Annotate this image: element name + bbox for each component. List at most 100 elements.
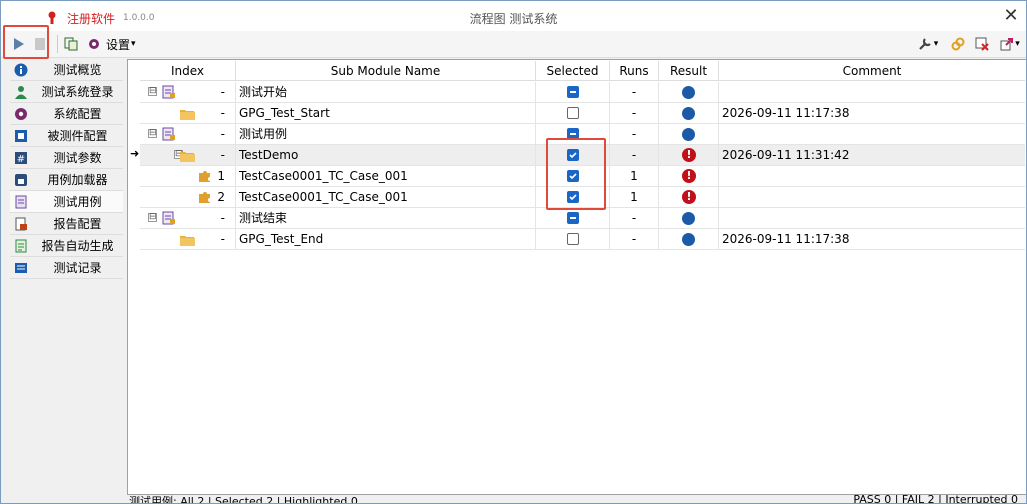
module-icon	[162, 85, 176, 102]
index-value: -	[220, 232, 225, 246]
wrench-icon	[918, 38, 931, 50]
puzzle-icon	[198, 169, 212, 186]
comment-cell	[719, 82, 1025, 103]
status-summary-right: PASS 0 | FAIL 2 | Interrupted 0	[853, 493, 1018, 504]
sidebar-item-label: 测试记录	[53, 261, 102, 275]
export-menu[interactable]: ▾	[997, 35, 1023, 53]
title-bar: 注册软件 1.0.0.0 流程图 测试系统 ✕	[1, 1, 1026, 31]
result-cell	[659, 103, 719, 124]
sidebar-item-system-config[interactable]: 系统配置	[10, 103, 123, 125]
result-cell	[659, 82, 719, 103]
delete-button[interactable]	[973, 35, 991, 53]
column-header-result[interactable]: Result	[659, 61, 719, 81]
puzzle-icon	[198, 190, 212, 207]
chevron-down-icon: ▾	[1015, 39, 1020, 49]
result-cell: !	[659, 145, 719, 166]
tools-menu[interactable]: ▾	[914, 35, 942, 53]
runs-cell: -	[610, 145, 659, 166]
index-value: 1	[217, 169, 225, 183]
index-value: -	[220, 127, 225, 141]
toolbar: 设置 ▾ ▾ ▾	[1, 25, 1026, 59]
column-header-runs[interactable]: Runs	[610, 61, 659, 81]
sidebar-item-case-loader[interactable]: 用例加载器	[10, 169, 123, 191]
comment-cell	[719, 208, 1025, 229]
comment-cell: 2026-09-11 11:17:38	[719, 103, 1025, 124]
collapse-toggle-icon[interactable]: ⊟	[148, 213, 157, 222]
link-button[interactable]	[949, 35, 967, 53]
status-dot-icon	[682, 128, 695, 141]
sidebar-item-report-gen[interactable]: 报告自动生成	[10, 235, 123, 257]
sidebar-item-test-record[interactable]: 测试记录	[10, 257, 123, 279]
folder-icon	[180, 106, 195, 123]
collapse-toggle-icon[interactable]: ⊟	[148, 87, 157, 96]
index-cell: -	[140, 103, 236, 124]
status-dot-icon	[682, 233, 695, 246]
settings-menu[interactable]: 设置 ▾	[87, 35, 143, 53]
collapse-toggle-icon[interactable]: ⊟	[148, 129, 157, 138]
flowchart-button[interactable]	[63, 35, 79, 53]
table-row[interactable]: ⊟ - 测试结束 -	[140, 208, 1025, 229]
column-header-name[interactable]: Sub Module Name	[236, 61, 536, 81]
record-icon	[15, 262, 27, 273]
test-tree-grid: Index Sub Module Name Selected Runs Resu…	[127, 59, 1026, 495]
selected-cell	[536, 208, 610, 229]
folder-icon	[180, 148, 195, 165]
index-cell: -	[140, 229, 236, 250]
selected-checkbox[interactable]	[567, 86, 579, 98]
name-cell: TestCase0001_TC_Case_001	[236, 187, 536, 208]
name-cell: 测试结束	[236, 208, 536, 229]
index-value: 2	[217, 190, 225, 204]
index-cell: ⊟ -	[140, 208, 236, 229]
sidebar-item-test-params[interactable]: # 测试参数	[10, 147, 123, 169]
selected-cell	[536, 82, 610, 103]
report-config-icon	[15, 217, 27, 230]
sidebar-item-login[interactable]: 测试系统登录	[10, 81, 123, 103]
column-header-index[interactable]: Index	[140, 61, 236, 81]
selected-checkbox[interactable]	[567, 233, 579, 245]
runs-cell: 1	[610, 166, 659, 187]
sidebar-item-overview[interactable]: 测试概览	[10, 59, 123, 81]
selected-checkbox[interactable]	[567, 212, 579, 224]
result-cell: !	[659, 187, 719, 208]
index-cell: ⊟ -	[140, 82, 236, 103]
table-row[interactable]: - GPG_Test_End -2026-09-11 11:17:38	[140, 229, 1025, 250]
result-cell	[659, 229, 719, 250]
sidebar-item-label: 测试用例	[53, 195, 102, 209]
table-row[interactable]: ⊟ - 测试开始 -	[140, 82, 1025, 103]
index-cell: 1	[140, 166, 236, 187]
status-dot-icon	[682, 86, 695, 99]
status-dot-icon	[682, 107, 695, 120]
index-value: -	[220, 211, 225, 225]
column-header-selected[interactable]: Selected	[536, 61, 610, 81]
sidebar-item-label: 被测件配置	[47, 129, 108, 143]
result-cell	[659, 208, 719, 229]
gear-icon	[89, 39, 99, 49]
folder-icon	[180, 232, 195, 249]
flowchart-icon	[64, 37, 78, 51]
delete-table-icon	[975, 37, 989, 51]
table-row[interactable]: - GPG_Test_Start -2026-09-11 11:17:38	[140, 103, 1025, 124]
comment-cell	[719, 166, 1025, 187]
sidebar-item-label: 用例加载器	[47, 173, 108, 187]
selected-checkbox[interactable]	[567, 107, 579, 119]
settings-label: 设置	[106, 37, 131, 52]
result-cell: !	[659, 166, 719, 187]
user-icon	[15, 85, 27, 99]
name-cell: GPG_Test_Start	[236, 103, 536, 124]
column-header-comment[interactable]: Comment	[719, 61, 1025, 81]
error-icon: !	[682, 148, 696, 162]
app-window: 注册软件 1.0.0.0 流程图 测试系统 ✕ 设置 ▾ ▾ ▾ 测试概览 测试…	[0, 0, 1027, 504]
error-icon: !	[682, 169, 696, 183]
runs-cell: -	[610, 103, 659, 124]
toolbar-separator	[57, 35, 58, 53]
sidebar-item-report-config[interactable]: 报告配置	[10, 213, 123, 235]
sidebar-item-test-case[interactable]: 测试用例	[10, 191, 123, 213]
close-button[interactable]: ✕	[1001, 6, 1021, 26]
selected-highlight-box	[546, 138, 606, 210]
current-row-arrow-icon: ➜	[130, 147, 140, 160]
sidebar-item-label: 报告配置	[53, 217, 102, 231]
name-cell: 测试用例	[236, 124, 536, 145]
sidebar-item-dut-config[interactable]: 被测件配置	[10, 125, 123, 147]
svg-text:#: #	[17, 154, 25, 165]
sidebar: 测试概览 测试系统登录 系统配置 被测件配置 # 测试参数 用例加载器 测试用例	[10, 59, 123, 279]
